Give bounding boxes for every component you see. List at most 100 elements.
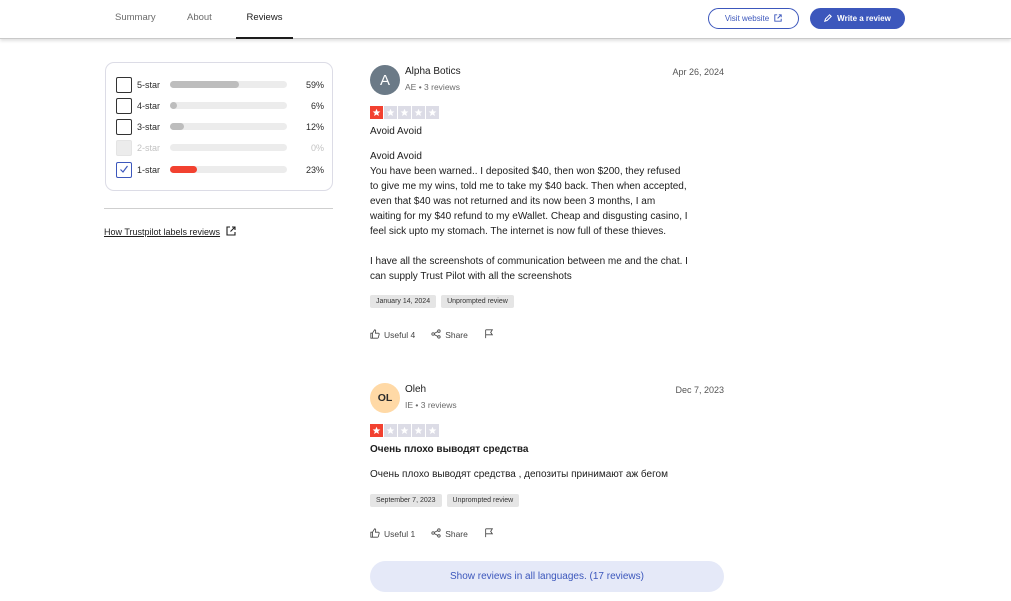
filter-checkbox-1-star[interactable] [116,161,132,179]
filter-checkbox-3-star[interactable] [116,118,132,135]
filter-checkbox-5-star[interactable] [116,76,132,93]
star-rating [370,424,439,437]
tab-summary[interactable]: Summary [115,12,156,39]
write-review-button[interactable]: Write a review [810,8,905,29]
unprompted-badge: Unprompted review [441,295,514,308]
rating-bar [170,81,287,88]
review-body-line: Очень плохо выводят средства , депозиты … [370,469,668,480]
filter-label: 5-star [137,79,161,90]
show-all-languages-button[interactable]: Show reviews in all languages. (17 revie… [370,561,724,592]
review-body-line [370,239,724,254]
review-body-line: You have been warned.. I deposited $40, … [370,166,681,177]
rating-bar [170,144,287,151]
filter-checkbox-4-star[interactable] [116,97,132,114]
star-rating [370,106,439,119]
filter-label: 4-star [137,100,161,111]
share-button[interactable]: Share [431,528,468,540]
reviewer-meta: IE • 3 reviews [405,400,457,410]
filter-percent: 59% [305,79,324,90]
share-label: Share [445,330,468,340]
share-button[interactable]: Share [431,329,468,341]
flag-button[interactable] [484,329,494,341]
top-nav: Summary About Reviews Visit website Writ… [0,0,1011,39]
reviewer-name[interactable]: Alpha Botics [405,66,461,77]
unprompted-badge: Unprompted review [446,494,520,507]
review-body-line: I have all the screenshots of communicat… [370,256,688,267]
review-date: Apr 26, 2024 [672,67,724,77]
thumbs-up-icon [370,528,380,540]
filter-percent: 0% [310,142,324,153]
review-body: Очень плохо выводят средства , депозиты … [370,467,724,482]
star-filter-card: 5-star 59% 4-star 6% 3-star 12% 2-star 0… [105,62,333,191]
star-icon [412,424,425,437]
useful-button[interactable]: Useful 1 [370,528,415,540]
star-icon [384,424,397,437]
rating-bar [170,123,287,130]
useful-label: Useful 4 [384,330,416,340]
divider [104,208,333,209]
filter-label: 2-star [137,142,161,153]
review-body: Avoid Avoid You have been warned.. I dep… [370,149,724,284]
review-card: A Alpha Botics AE • 3 reviews Apr 26, 20… [370,65,724,345]
filter-percent: 12% [305,121,324,132]
useful-label: Useful 1 [384,529,416,539]
how-labels-link[interactable]: How Trustpilot labels reviews [104,226,236,238]
review-chips: January 14, 2024 Unprompted review [370,295,514,308]
filter-row-4-star[interactable]: 4-star 6% [116,97,324,114]
tab-about[interactable]: About [187,12,212,39]
flag-icon [484,528,494,540]
review-body-line: feel sick upto my stomach. The internet … [370,226,667,237]
filter-row-3-star[interactable]: 3-star 12% [116,118,324,135]
share-label: Share [445,529,468,539]
experience-date-badge: September 7, 2023 [370,494,442,507]
filter-label: 3-star [137,121,161,132]
review-title[interactable]: Avoid Avoid [370,126,422,137]
review-body-line: Avoid Avoid [370,151,422,162]
pencil-icon [824,13,833,24]
review-chips: September 7, 2023 Unprompted review [370,494,520,507]
star-icon [398,106,411,119]
star-icon [426,106,439,119]
review-title[interactable]: Очень плохо выводят средства [370,444,528,455]
filter-row-2-star: 2-star 0% [116,139,324,156]
filter-percent: 6% [310,100,324,111]
write-review-label: Write a review [837,14,891,23]
flag-icon [484,329,494,341]
filter-row-5-star[interactable]: 5-star 59% [116,76,324,93]
external-link-icon [226,226,236,238]
star-icon [398,424,411,437]
useful-button[interactable]: Useful 4 [370,329,415,341]
flag-button[interactable] [484,528,494,540]
star-icon [384,106,397,119]
avatar[interactable]: A [370,65,400,95]
review-body-line: even that $40 was not returned and its n… [370,196,656,207]
avatar[interactable]: OL [370,383,400,413]
filter-label: 1-star [137,164,161,175]
star-icon [370,106,383,119]
star-icon [370,424,383,437]
reviewer-name[interactable]: Oleh [405,384,426,395]
star-icon [412,106,425,119]
thumbs-up-icon [370,329,380,341]
how-labels-link-text: How Trustpilot labels reviews [104,227,221,237]
experience-date-badge: January 14, 2024 [370,295,437,308]
star-icon [426,424,439,437]
reviewer-meta: AE • 3 reviews [405,82,460,92]
share-icon [431,528,441,540]
tab-reviews[interactable]: Reviews [236,12,293,39]
share-icon [431,329,441,341]
review-body-line: can supply Trust Pilot with all the scre… [370,271,572,282]
visit-website-label: Visit website [724,14,770,23]
filter-percent: 23% [305,164,324,175]
rating-bar [170,102,287,109]
review-actions: Useful 4 Share [370,329,494,341]
rating-bar [170,166,287,173]
checkmark-icon [119,161,129,179]
visit-website-button[interactable]: Visit website [708,8,799,29]
filter-row-1-star[interactable]: 1-star 23% [116,161,324,178]
review-card: OL Oleh IE • 3 reviews Dec 7, 2023 Очень… [370,383,724,543]
filter-checkbox-2-star [116,139,132,156]
review-date: Dec 7, 2023 [675,385,724,395]
external-link-icon [774,13,782,24]
review-body-line: waiting for my $40 refund to my eWallet.… [370,211,688,222]
